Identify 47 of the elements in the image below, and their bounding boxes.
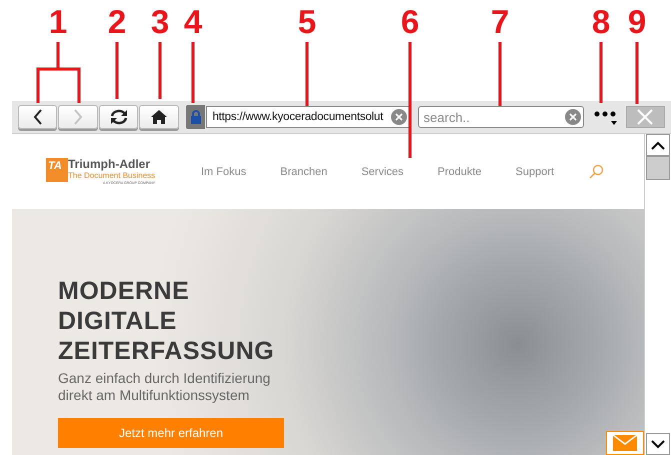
callout-number: 3 xyxy=(150,4,170,40)
hero-title: MODERNE xyxy=(58,276,190,306)
address-field[interactable]: https://www.kyoceradocumentsolut xyxy=(206,106,410,128)
hero-title: DIGITALE xyxy=(58,306,177,336)
clear-button[interactable] xyxy=(390,109,407,125)
scroll-up-button[interactable] xyxy=(646,134,670,156)
nav-link[interactable]: Produkte xyxy=(438,166,482,178)
chevron-down-icon xyxy=(651,440,665,448)
callout-number: 5 xyxy=(298,4,316,40)
close-icon xyxy=(394,113,403,121)
refresh-button[interactable] xyxy=(98,105,138,129)
hero-subtitle: Ganz einfach durch Identifizierung xyxy=(58,370,270,387)
nav-link[interactable]: Branchen xyxy=(280,166,328,178)
nav-link[interactable]: Im Fokus xyxy=(201,166,246,178)
home-button[interactable] xyxy=(139,105,179,129)
chevron-left-icon xyxy=(32,109,44,125)
close-icon xyxy=(569,113,578,121)
callout-number: 7 xyxy=(490,4,510,40)
callout-number: 6 xyxy=(400,4,420,40)
leader-line xyxy=(636,42,638,104)
chevron-right-icon xyxy=(72,109,84,125)
nav-link[interactable]: Services xyxy=(361,166,404,178)
scrollbar[interactable] xyxy=(644,134,671,455)
home-icon xyxy=(150,109,168,125)
cta-button[interactable]: Jetzt mehr erfahren xyxy=(58,418,284,448)
scroll-thumb[interactable] xyxy=(646,156,670,180)
close-icon xyxy=(636,108,654,126)
leader-line xyxy=(158,42,162,99)
search-icon[interactable] xyxy=(588,164,604,180)
chevron-up-icon xyxy=(651,140,665,150)
leader-line xyxy=(192,42,194,103)
leader-line xyxy=(306,42,308,106)
search-field[interactable]: search.. xyxy=(418,106,584,128)
hero-subtitle: direkt am Multifunktionssystem xyxy=(58,387,250,404)
callout-number: 4 xyxy=(184,4,202,40)
back-button[interactable] xyxy=(18,105,58,129)
hero-title: ZEITERFASSUNG xyxy=(58,336,274,366)
nav-link[interactable]: Support xyxy=(516,166,554,178)
leader-line xyxy=(600,42,602,103)
leader-line xyxy=(36,42,80,103)
scroll-down-button[interactable] xyxy=(646,433,670,455)
callout-number: 2 xyxy=(108,4,126,40)
callout-number: 9 xyxy=(628,4,646,40)
leader-line xyxy=(498,42,502,106)
leader-line xyxy=(116,42,118,99)
callout-number: 1 xyxy=(48,4,68,40)
callout-number: 8 xyxy=(592,4,610,40)
